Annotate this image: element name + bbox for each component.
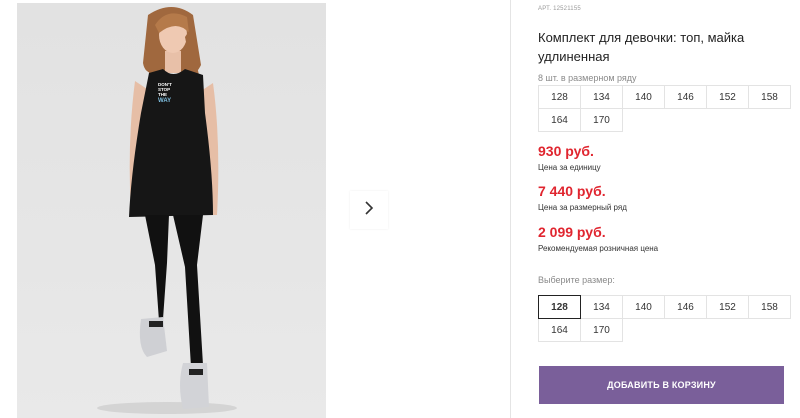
size-row-cell: 152: [706, 85, 749, 109]
size-option-158[interactable]: 158: [748, 295, 791, 319]
size-option-164[interactable]: 164: [538, 318, 581, 342]
size-row-cell: 158: [748, 85, 791, 109]
size-option-170[interactable]: 170: [580, 318, 623, 342]
gallery-next-button[interactable]: [350, 191, 388, 229]
size-row-cell: 140: [622, 85, 665, 109]
pack-price: 7 440 руб.: [538, 183, 606, 199]
size-option-140[interactable]: 140: [622, 295, 665, 319]
article-number: АРТ. 12521155: [538, 6, 581, 12]
size-select-label: Выберите размер:: [538, 275, 615, 285]
product-title: Комплект для девочки: топ, майка удлинен…: [538, 30, 745, 64]
size-row-cell: 146: [664, 85, 707, 109]
size-option-128[interactable]: 128: [538, 295, 581, 319]
unit-price: 930 руб.: [538, 143, 594, 159]
model-illustration: DON'T STOP THE WAY: [97, 7, 237, 414]
size-row-table: 128 134 140 146 152 158 164 170: [538, 85, 791, 132]
size-option-146[interactable]: 146: [664, 295, 707, 319]
size-selector: 128 134 140 146 152 158 164 170: [538, 295, 791, 342]
add-to-cart-button[interactable]: ДОБАВИТЬ В КОРЗИНУ: [539, 366, 784, 404]
retail-price-label: Рекомендуемая розничная цена: [538, 244, 659, 253]
svg-text:THE: THE: [158, 92, 167, 97]
chevron-right-icon: [363, 200, 375, 221]
svg-text:WAY: WAY: [158, 98, 171, 104]
unit-price-label: Цена за единицу: [538, 163, 601, 172]
retail-price: 2 099 руб.: [538, 224, 606, 240]
panel-divider: [510, 0, 511, 418]
pack-note: 8 шт. в размерном ряду: [538, 73, 637, 83]
size-option-134[interactable]: 134: [580, 295, 623, 319]
product-photo[interactable]: DON'T STOP THE WAY: [17, 3, 326, 418]
size-row-cell: 164: [538, 108, 581, 132]
size-row-cell: 128: [538, 85, 581, 109]
pack-price-label: Цена за размерный ряд: [538, 203, 627, 212]
size-row-cell: 170: [580, 108, 623, 132]
size-row-cell: 134: [580, 85, 623, 109]
size-option-152[interactable]: 152: [706, 295, 749, 319]
